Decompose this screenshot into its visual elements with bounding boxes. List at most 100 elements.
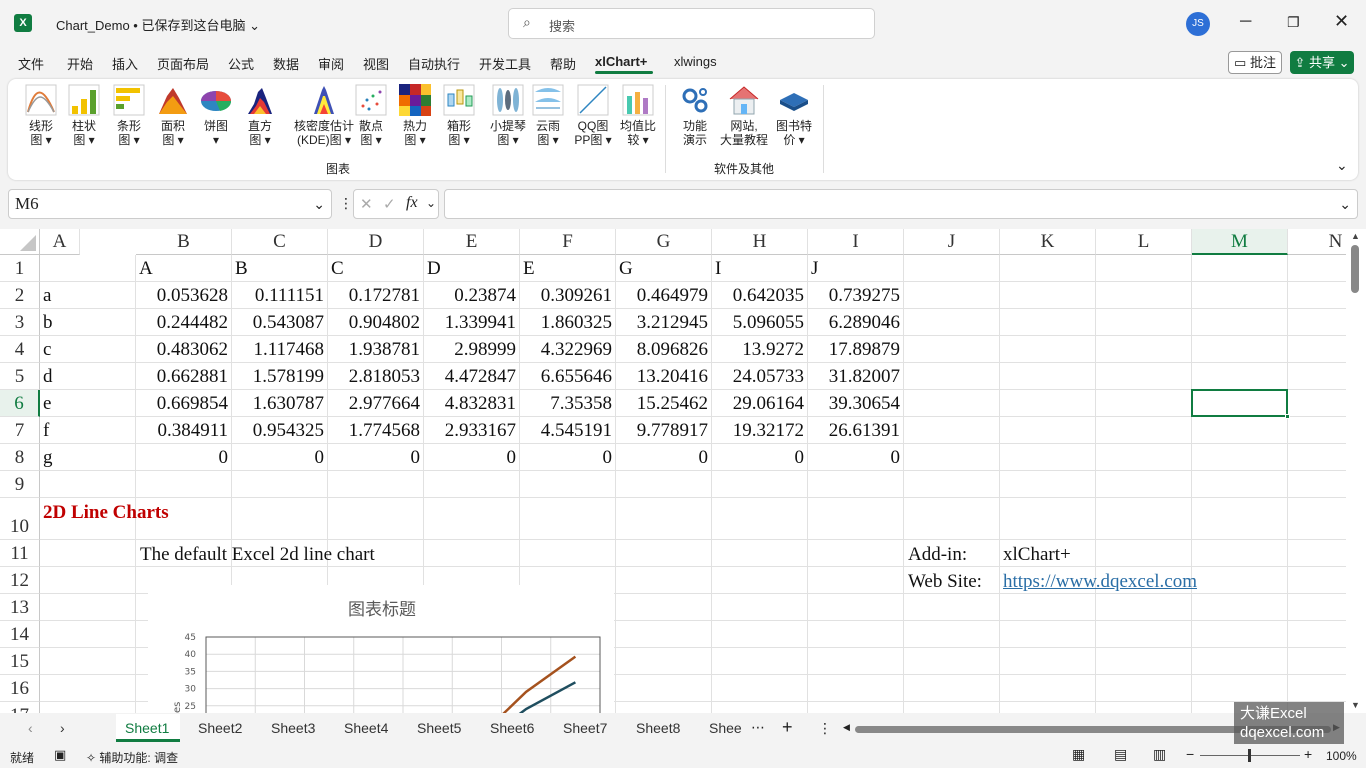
row-header-3[interactable]: 3 <box>0 309 40 336</box>
minimize-icon[interactable]: ─ <box>1240 13 1251 31</box>
row-header-9[interactable]: 9 <box>0 471 40 498</box>
kde-chart-button[interactable]: 核密度估计 (KDE)图 ▾ <box>286 84 362 147</box>
website-tutorial-button[interactable]: 网站, 大量教程 <box>718 84 770 147</box>
table-cell[interactable]: 1.938781 <box>328 339 420 361</box>
table-cell[interactable]: 0.642035 <box>712 285 804 307</box>
table-cell[interactable]: 1.578199 <box>232 366 324 388</box>
table-cell[interactable]: 5.096055 <box>712 312 804 334</box>
table-row-label[interactable]: g <box>43 447 53 469</box>
menu-help[interactable]: 帮助 <box>550 54 576 73</box>
table-cell[interactable]: 3.212945 <box>616 312 708 334</box>
selected-cell-m6[interactable] <box>1191 389 1288 417</box>
table-cell[interactable]: 13.20416 <box>616 366 708 388</box>
spreadsheet-grid[interactable]: ABCDEFGHIJKLMN 1234567891011121314151617… <box>0 229 1366 713</box>
name-box[interactable]: M6 ⌄ <box>8 189 332 219</box>
raincloud-chart-button[interactable]: 云雨图 ▾ <box>531 84 565 147</box>
column-header-h[interactable]: H <box>712 229 808 255</box>
table-cell[interactable]: 24.05733 <box>712 366 804 388</box>
table-cell[interactable]: 0 <box>520 447 613 469</box>
table-cell[interactable]: 7.35358 <box>520 393 612 415</box>
table-cell[interactable]: 0.309261 <box>520 285 612 307</box>
table-cell[interactable]: 1.339941 <box>424 312 516 334</box>
sheet-tab-4[interactable]: Sheet4 <box>344 720 388 736</box>
column-header-b[interactable]: B <box>136 229 232 255</box>
table-cell[interactable]: 0 <box>712 447 805 469</box>
search-box[interactable]: ⌕ 搜索 <box>508 8 875 39</box>
table-cell[interactable]: 1.630787 <box>232 393 324 415</box>
pie-chart-button[interactable]: 饼图 ▾ <box>199 84 233 147</box>
row-header-11[interactable]: 11 <box>0 540 40 567</box>
sheet-tab-7[interactable]: Sheet7 <box>563 720 607 736</box>
book-discount-button[interactable]: 图书特价 ▾ <box>774 84 814 147</box>
table-cell[interactable]: 0.543087 <box>232 312 324 334</box>
sheet-tab-1[interactable]: Sheet1 <box>125 720 169 736</box>
row-header-16[interactable]: 16 <box>0 675 40 702</box>
table-header-cell[interactable]: A <box>139 258 153 280</box>
comments-button[interactable]: ▭ 批注 <box>1228 51 1282 74</box>
table-header-cell[interactable]: I <box>715 258 721 280</box>
menu-xlwings[interactable]: xlwings <box>674 54 717 69</box>
table-cell[interactable]: 26.61391 <box>808 420 900 442</box>
row-header-4[interactable]: 4 <box>0 336 40 363</box>
table-cell[interactable]: 9.778917 <box>616 420 708 442</box>
qq-pp-chart-button[interactable]: QQ图 PP图 ▾ <box>574 84 612 147</box>
page-layout-view-icon[interactable]: ▤ <box>1114 746 1127 763</box>
column-chart-button[interactable]: 柱状图 ▾ <box>67 84 101 147</box>
table-cell[interactable]: 0.954325 <box>232 420 324 442</box>
table-cell[interactable]: 0.464979 <box>616 285 708 307</box>
scatter-chart-button[interactable]: 散点图 ▾ <box>354 84 388 147</box>
table-header-cell[interactable]: J <box>811 258 818 280</box>
website-link[interactable]: https://www.dqexcel.com <box>1003 571 1197 593</box>
column-header-f[interactable]: F <box>520 229 616 255</box>
row-header-14[interactable]: 14 <box>0 621 40 648</box>
violin-chart-button[interactable]: 小提琴图 ▾ <box>486 84 530 147</box>
menu-home[interactable]: 开始 <box>67 54 93 73</box>
table-row-label[interactable]: c <box>43 339 51 361</box>
table-cell[interactable]: 4.832831 <box>424 393 516 415</box>
table-cell[interactable]: 1.117468 <box>232 339 324 361</box>
table-cell[interactable]: 0.244482 <box>136 312 228 334</box>
table-cell[interactable]: 0 <box>328 447 421 469</box>
table-cell[interactable]: 4.472847 <box>424 366 516 388</box>
table-row-label[interactable]: b <box>43 312 53 334</box>
table-cell[interactable]: 0 <box>424 447 517 469</box>
line-chart-button[interactable]: 线形图 ▾ <box>24 84 58 147</box>
table-header-cell[interactable]: G <box>619 258 633 280</box>
table-cell[interactable]: 8.096826 <box>616 339 708 361</box>
more-options-icon[interactable]: ⋮ <box>339 195 353 212</box>
scroll-left-icon[interactable]: ◀ <box>843 722 850 733</box>
table-header-cell[interactable]: C <box>331 258 344 280</box>
add-sheet-icon[interactable]: + <box>782 717 793 738</box>
table-cell[interactable]: 0.053628 <box>136 285 228 307</box>
table-cell[interactable]: 4.545191 <box>520 420 612 442</box>
table-cell[interactable]: 0.23874 <box>424 285 516 307</box>
table-cell[interactable]: 15.25462 <box>616 393 708 415</box>
row-header-15[interactable]: 15 <box>0 648 40 675</box>
row-header-1[interactable]: 1 <box>0 255 40 282</box>
table-row-label[interactable]: d <box>43 366 53 388</box>
function-icon[interactable]: fx <box>406 194 418 212</box>
menu-automate[interactable]: 自动执行 <box>408 54 460 73</box>
sheet-tab-8[interactable]: Sheet8 <box>636 720 680 736</box>
area-chart-button[interactable]: 面积图 ▾ <box>156 84 190 147</box>
menu-developer[interactable]: 开发工具 <box>479 54 531 73</box>
options-icon[interactable]: ⋮ <box>818 720 832 737</box>
feature-demo-button[interactable]: 功能 演示 <box>678 84 712 147</box>
menu-view[interactable]: 视图 <box>363 54 389 73</box>
restore-icon[interactable]: ❐ <box>1287 14 1300 31</box>
row-header-10[interactable]: 10 <box>0 498 40 540</box>
table-cell[interactable]: 19.32172 <box>712 420 804 442</box>
scroll-up-icon[interactable]: ▲ <box>1351 231 1360 241</box>
accessibility-status[interactable]: ✧ 辅助功能: 调查 <box>86 749 178 766</box>
table-cell[interactable]: 2.818053 <box>328 366 420 388</box>
table-cell[interactable]: 0.662881 <box>136 366 228 388</box>
table-cell[interactable]: 31.82007 <box>808 366 900 388</box>
table-cell[interactable]: 0.384911 <box>136 420 228 442</box>
scroll-thumb[interactable] <box>1351 245 1359 293</box>
table-cell[interactable]: 0.669854 <box>136 393 228 415</box>
macro-record-icon[interactable]: ▣ <box>54 747 66 763</box>
sheet-tab-9[interactable]: Shee <box>709 720 742 736</box>
column-header-a[interactable]: A <box>40 229 80 255</box>
table-cell[interactable]: 4.322969 <box>520 339 612 361</box>
table-cell[interactable]: 13.9272 <box>712 339 804 361</box>
